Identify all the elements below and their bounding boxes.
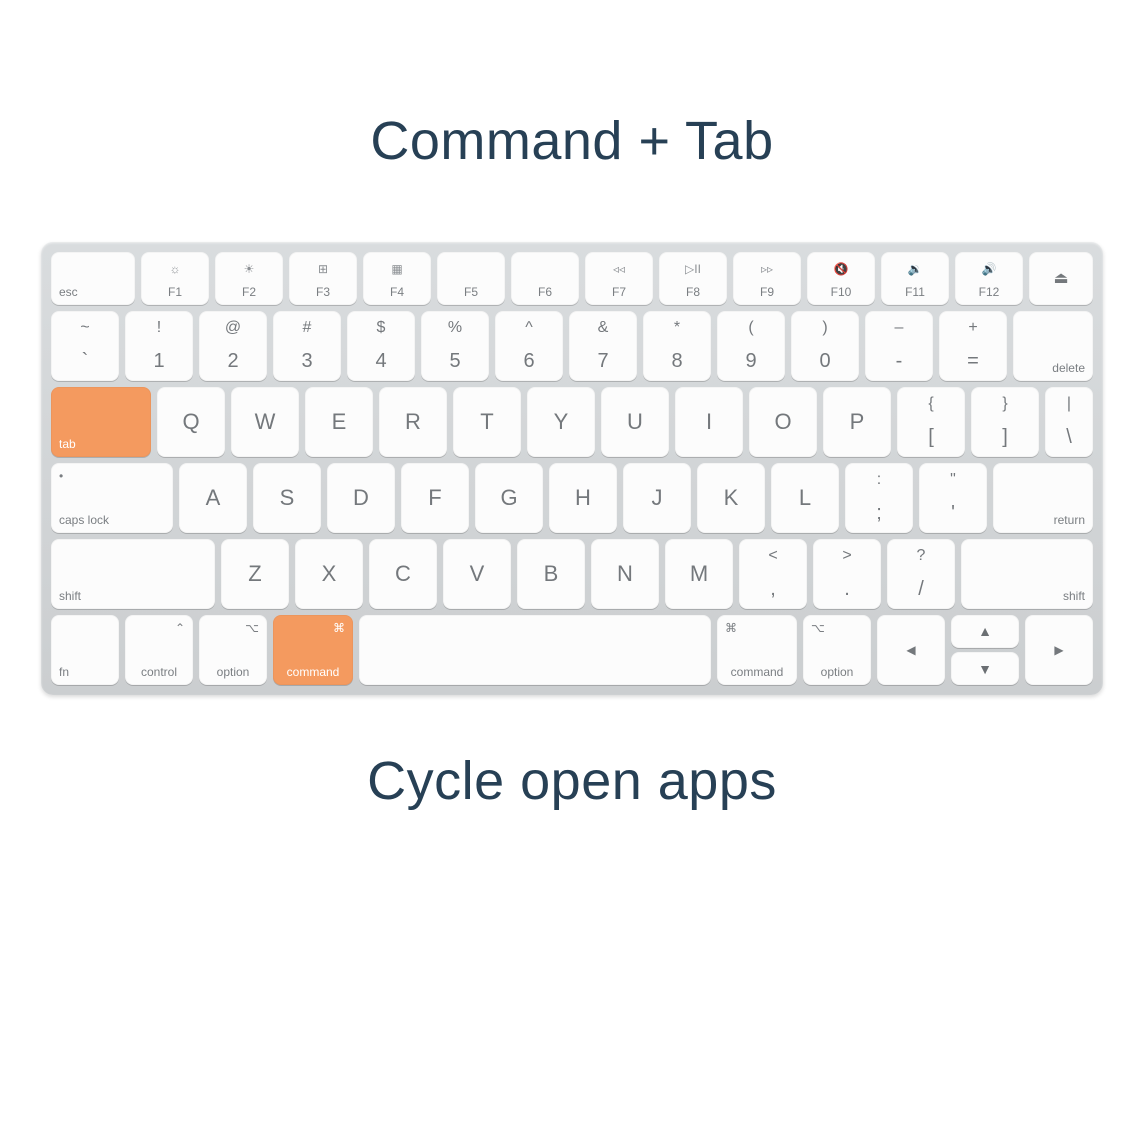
key-shift-left[interactable]: shift: [51, 539, 215, 609]
key-f1[interactable]: ☼F1: [141, 252, 209, 305]
key-bracket-open[interactable]: {[: [897, 387, 965, 457]
key-n[interactable]: N: [591, 539, 659, 609]
key-3[interactable]: #3: [273, 311, 341, 381]
key-arrow-left[interactable]: ◀: [877, 615, 945, 685]
key-v[interactable]: V: [443, 539, 511, 609]
key-a[interactable]: A: [179, 463, 247, 533]
key-quote[interactable]: "': [919, 463, 987, 533]
key-b[interactable]: B: [517, 539, 585, 609]
key-f2[interactable]: ☀F2: [215, 252, 283, 305]
key-return[interactable]: return: [993, 463, 1093, 533]
key-option-right[interactable]: ⌥option: [803, 615, 871, 685]
key-slash[interactable]: ?/: [887, 539, 955, 609]
key-fn[interactable]: fn: [51, 615, 119, 685]
key-e[interactable]: E: [305, 387, 373, 457]
key-esc[interactable]: esc: [51, 252, 135, 305]
key-6[interactable]: ^6: [495, 311, 563, 381]
key-f3[interactable]: ⊞F3: [289, 252, 357, 305]
key-c[interactable]: C: [369, 539, 437, 609]
key-z[interactable]: Z: [221, 539, 289, 609]
key-tab[interactable]: tab: [51, 387, 151, 457]
key-backtick[interactable]: ~`: [51, 311, 119, 381]
key-equal[interactable]: +=: [939, 311, 1007, 381]
keyboard: esc ☼F1 ☀F2 ⊞F3 ▦F4 F5 F6 ◃◃F7 ▷IIF8 ▹▹F…: [41, 242, 1103, 695]
key-control[interactable]: ⌃control: [125, 615, 193, 685]
key-bracket-close[interactable]: }]: [971, 387, 1039, 457]
shortcut-description: Cycle open apps: [367, 750, 777, 812]
key-f4[interactable]: ▦F4: [363, 252, 431, 305]
key-f[interactable]: F: [401, 463, 469, 533]
key-5[interactable]: %5: [421, 311, 489, 381]
row-modifiers: fn ⌃control ⌥option ⌘command ⌘command ⌥o…: [51, 615, 1093, 685]
key-j[interactable]: J: [623, 463, 691, 533]
key-i[interactable]: I: [675, 387, 743, 457]
key-option-left[interactable]: ⌥option: [199, 615, 267, 685]
key-arrow-right[interactable]: ▶: [1025, 615, 1093, 685]
key-command-right[interactable]: ⌘command: [717, 615, 797, 685]
key-o[interactable]: O: [749, 387, 817, 457]
key-p[interactable]: P: [823, 387, 891, 457]
key-delete[interactable]: delete: [1013, 311, 1093, 381]
row-home: •caps lock A S D F G H J K L :; "' retur…: [51, 463, 1093, 533]
key-f9[interactable]: ▹▹F9: [733, 252, 801, 305]
key-f8[interactable]: ▷IIF8: [659, 252, 727, 305]
key-7[interactable]: &7: [569, 311, 637, 381]
key-y[interactable]: Y: [527, 387, 595, 457]
key-s[interactable]: S: [253, 463, 321, 533]
key-9[interactable]: (9: [717, 311, 785, 381]
key-f10[interactable]: 🔇F10: [807, 252, 875, 305]
key-2[interactable]: @2: [199, 311, 267, 381]
key-f7[interactable]: ◃◃F7: [585, 252, 653, 305]
key-m[interactable]: M: [665, 539, 733, 609]
key-f12[interactable]: 🔊F12: [955, 252, 1023, 305]
row-number: ~` !1 @2 #3 $4 %5 ^6 &7 *8 (9 )0 –- += d…: [51, 311, 1093, 381]
key-backslash[interactable]: |\: [1045, 387, 1093, 457]
key-h[interactable]: H: [549, 463, 617, 533]
key-g[interactable]: G: [475, 463, 543, 533]
key-comma[interactable]: <,: [739, 539, 807, 609]
row-bottom-letters: shift Z X C V B N M <, >. ?/ shift: [51, 539, 1093, 609]
key-w[interactable]: W: [231, 387, 299, 457]
shortcut-title: Command + Tab: [370, 110, 773, 172]
key-8[interactable]: *8: [643, 311, 711, 381]
key-eject[interactable]: ⏏: [1029, 252, 1093, 305]
key-command-left[interactable]: ⌘command: [273, 615, 353, 685]
key-arrow-down[interactable]: ▼: [951, 652, 1019, 685]
key-minus[interactable]: –-: [865, 311, 933, 381]
key-1[interactable]: !1: [125, 311, 193, 381]
key-q[interactable]: Q: [157, 387, 225, 457]
key-u[interactable]: U: [601, 387, 669, 457]
key-r[interactable]: R: [379, 387, 447, 457]
key-x[interactable]: X: [295, 539, 363, 609]
key-period[interactable]: >.: [813, 539, 881, 609]
key-semicolon[interactable]: :;: [845, 463, 913, 533]
key-0[interactable]: )0: [791, 311, 859, 381]
arrow-up-down-stack: ▲ ▼: [951, 615, 1019, 685]
key-caps-lock[interactable]: •caps lock: [51, 463, 173, 533]
key-f6[interactable]: F6: [511, 252, 579, 305]
key-f11[interactable]: 🔉F11: [881, 252, 949, 305]
key-arrow-up[interactable]: ▲: [951, 615, 1019, 648]
key-l[interactable]: L: [771, 463, 839, 533]
key-shift-right[interactable]: shift: [961, 539, 1093, 609]
key-d[interactable]: D: [327, 463, 395, 533]
row-function: esc ☼F1 ☀F2 ⊞F3 ▦F4 F5 F6 ◃◃F7 ▷IIF8 ▹▹F…: [51, 252, 1093, 305]
key-f5[interactable]: F5: [437, 252, 505, 305]
row-qwerty: tab Q W E R T Y U I O P {[ }] |\: [51, 387, 1093, 457]
key-space[interactable]: [359, 615, 711, 685]
key-4[interactable]: $4: [347, 311, 415, 381]
key-k[interactable]: K: [697, 463, 765, 533]
key-t[interactable]: T: [453, 387, 521, 457]
